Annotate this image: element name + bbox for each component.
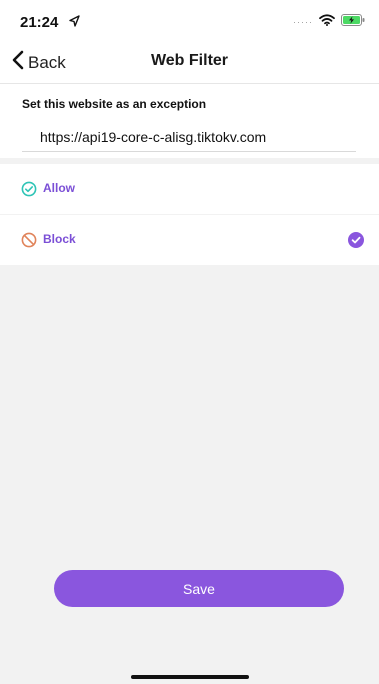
selected-check-icon bbox=[348, 232, 364, 248]
page-title: Web Filter bbox=[150, 52, 229, 69]
check-circle-icon bbox=[21, 181, 37, 197]
save-button[interactable]: Save bbox=[54, 570, 344, 607]
web-filter-screen: 21:24 ····· Back Web Filter Set this web… bbox=[0, 0, 379, 684]
status-time: 21:24 bbox=[20, 14, 59, 31]
location-arrow-icon bbox=[69, 14, 80, 32]
exception-section: Set this website as an exception bbox=[0, 84, 379, 158]
battery-charging-icon bbox=[341, 13, 365, 31]
option-allow[interactable]: Allow bbox=[0, 164, 379, 214]
option-block[interactable]: Block bbox=[0, 215, 379, 265]
navigation-bar: Back Web Filter bbox=[0, 40, 379, 84]
status-bar: 21:24 ····· bbox=[0, 0, 379, 40]
option-block-label: Block bbox=[43, 232, 76, 246]
home-indicator[interactable] bbox=[131, 675, 249, 679]
website-url-field[interactable] bbox=[22, 122, 356, 152]
block-icon bbox=[21, 232, 37, 248]
exception-heading: Set this website as an exception bbox=[22, 97, 207, 111]
option-allow-label: Allow bbox=[43, 181, 75, 195]
signal-dots-icon: ····· bbox=[293, 17, 313, 27]
status-icons: ····· bbox=[293, 13, 365, 31]
wifi-icon bbox=[319, 13, 335, 31]
